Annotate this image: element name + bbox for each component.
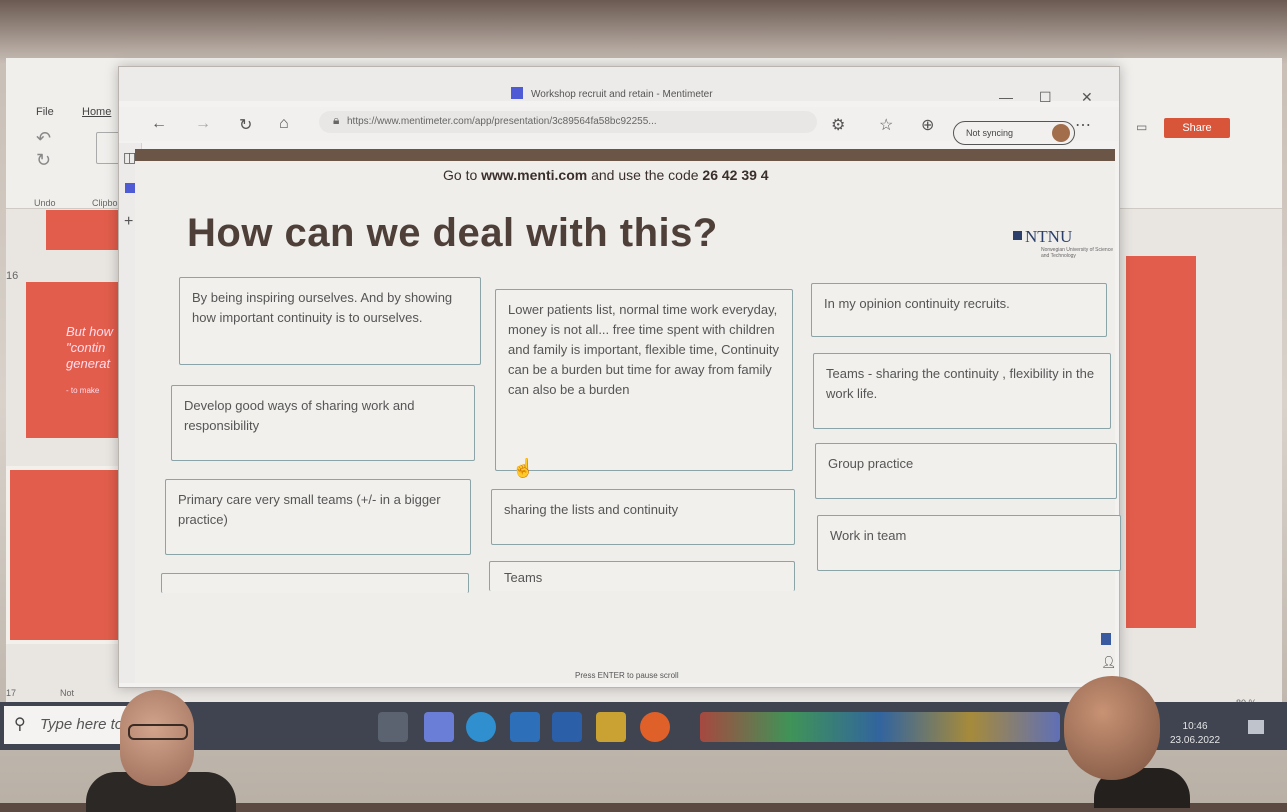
join-code: 26 42 39 4 [702, 167, 769, 183]
join-instructions: Go to www.menti.com and use the code 26 … [443, 167, 769, 183]
menti-slide: Go to www.menti.com and use the code 26 … [135, 149, 1121, 683]
ppt-status-notes[interactable]: Not [60, 688, 74, 698]
ppt-tab-home[interactable]: Home [82, 106, 111, 118]
home-icon[interactable]: ⌂ [279, 115, 289, 133]
extensions-icon[interactable]: ⚙ [831, 115, 845, 135]
slide-thumbnail-17[interactable] [6, 466, 134, 644]
back-icon[interactable]: ← [151, 115, 167, 133]
join-url[interactable]: www.menti.com [481, 167, 587, 183]
slide-thumbnail-16[interactable]: But how "contin generat - to make [26, 282, 126, 438]
slide-number-17: 17 [6, 688, 17, 698]
outlook-icon[interactable] [510, 712, 540, 742]
response-card: Group practice [815, 443, 1117, 499]
response-card: sharing the lists and continuity [491, 489, 795, 545]
response-card: Teams - sharing the continuity , flexibi… [813, 353, 1111, 429]
firefox-icon[interactable] [640, 712, 670, 742]
ppt-group-undo: Undo [34, 198, 56, 208]
clock-time: 10:46 [1182, 721, 1208, 732]
maximize-button[interactable]: ☐ [1039, 89, 1052, 106]
response-card: In my opinion continuity recruits. [811, 283, 1107, 337]
refresh-icon[interactable]: ↻ [239, 115, 252, 135]
ppt-tab-file[interactable]: File [36, 106, 54, 118]
response-card: Work in team [817, 515, 1121, 571]
ntnu-logo: NTNU [1025, 227, 1073, 246]
browser-title: Workshop recruit and retain - Mentimeter [531, 89, 713, 100]
person-left-glasses [128, 724, 188, 740]
more-icon[interactable]: ⋯ [1075, 115, 1091, 135]
notification-icon[interactable] [1248, 720, 1264, 734]
current-slide-edge [1126, 256, 1196, 628]
forward-icon[interactable]: → [195, 115, 211, 133]
share-button[interactable]: Share [1164, 118, 1230, 138]
slide-thumbnail-15[interactable] [46, 210, 126, 250]
thumbnail-subtext: - to make [66, 386, 100, 395]
slide-number-16: 16 [6, 270, 19, 282]
user-icon[interactable]: 👤︎ [1101, 655, 1116, 669]
tab-mentimeter-icon[interactable] [125, 183, 135, 193]
browser-titlebar: Workshop recruit and retain - Mentimeter… [119, 67, 1119, 105]
sync-button[interactable]: Not syncing [953, 121, 1075, 145]
sync-label: Not syncing [966, 128, 1014, 138]
redo-icon[interactable]: ↻ [36, 150, 51, 171]
browser-window: Workshop recruit and retain - Mentimeter… [118, 66, 1121, 688]
scroll-hint: Press ENTER to pause scroll [575, 671, 679, 680]
teams-icon[interactable] [424, 712, 454, 742]
hand-cursor-icon: ☝ [512, 458, 535, 478]
person-right-head [1064, 676, 1160, 780]
collections-icon[interactable]: ⊕ [921, 115, 934, 135]
response-card-partial: Teams [489, 561, 795, 591]
file-explorer-icon[interactable] [596, 712, 626, 742]
response-card: By being inspiring ourselves. And by sho… [179, 277, 481, 365]
system-clock[interactable]: 10:46 23.06.2022 [1170, 720, 1220, 748]
word-icon[interactable] [552, 712, 582, 742]
task-view-icon[interactable] [378, 712, 408, 742]
presenter-icon[interactable] [1101, 633, 1111, 645]
response-card: Lower patients list, normal time work ev… [495, 289, 793, 471]
ntnu-logo-mark [1013, 231, 1022, 240]
new-tab-icon[interactable]: + [124, 213, 133, 231]
lock-icon[interactable]: 🔒︎ [333, 113, 339, 128]
slide-title: How can we deal with this? [187, 211, 718, 255]
minimize-button[interactable]: — [999, 89, 1013, 105]
search-placeholder: Type here to [40, 716, 124, 733]
close-button[interactable]: ✕ [1081, 89, 1093, 106]
pinned-apps-icon[interactable] [700, 712, 1060, 742]
profile-avatar[interactable] [1052, 124, 1070, 142]
comment-icon[interactable]: ▭ [1136, 120, 1147, 134]
mentimeter-icon [511, 87, 523, 99]
join-prefix: Go to [443, 167, 482, 183]
response-card-partial [161, 573, 469, 593]
response-card: Develop good ways of sharing work and re… [171, 385, 475, 461]
clock-date: 23.06.2022 [1170, 735, 1221, 746]
search-icon: ⚲ [14, 716, 26, 733]
edge-icon[interactable] [466, 712, 496, 742]
slide-topbar [135, 149, 1115, 161]
undo-icon[interactable]: ↶ [36, 128, 51, 149]
favorite-icon[interactable]: ☆ [879, 115, 893, 135]
address-bar[interactable]: https://www.mentimeter.com/app/presentat… [319, 111, 817, 133]
response-card: Primary care very small teams (+/- in a … [165, 479, 471, 555]
ntnu-logo-subtitle: Norwegian University of Science and Tech… [1041, 247, 1113, 259]
join-middle: and use the code [587, 167, 703, 183]
thumbnail-text: But how "contin generat [66, 324, 113, 371]
